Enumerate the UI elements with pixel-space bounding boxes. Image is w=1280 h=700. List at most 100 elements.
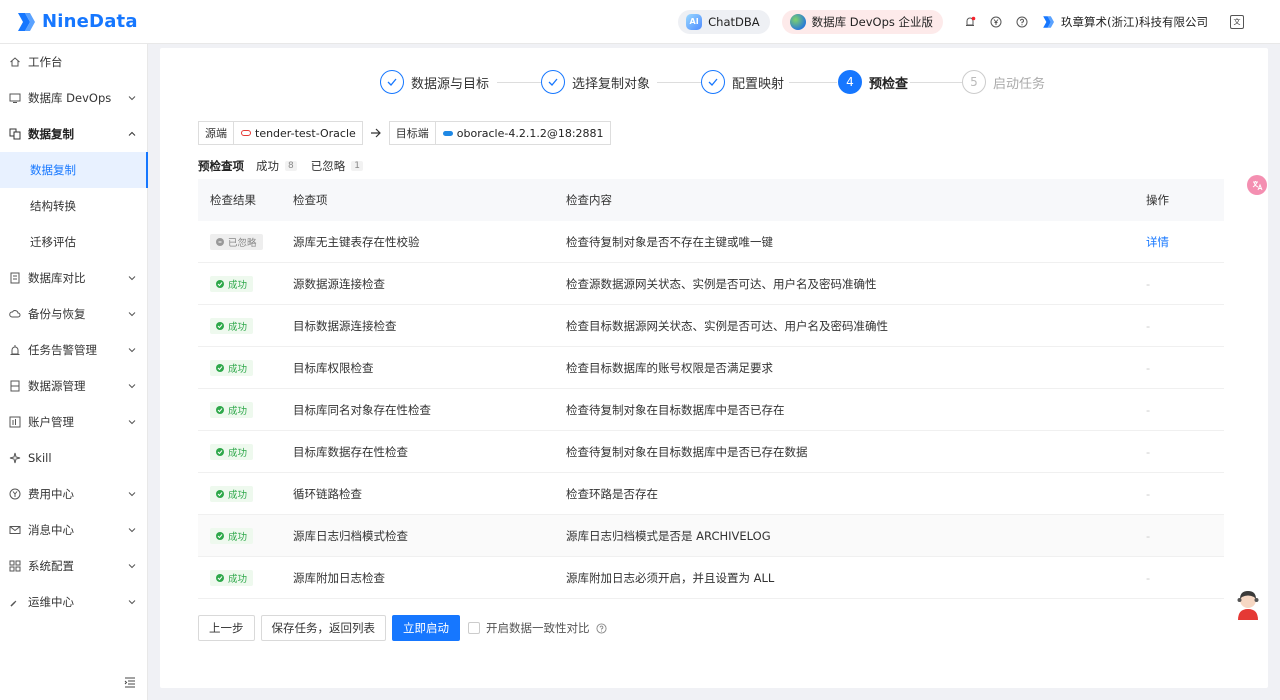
sidebar-item-label: 数据库 DevOps	[28, 91, 112, 105]
consistency-compare-label: 开启数据一致性对比	[486, 621, 590, 635]
sidebar-item-datasource[interactable]: 数据源管理	[0, 368, 148, 404]
step-3[interactable]: 配置映射	[701, 70, 784, 94]
sidebar-item-devops[interactable]: 数据库 DevOps	[0, 80, 148, 116]
status-badge: 成功	[210, 527, 254, 544]
check-item: 源库附加日志检查	[293, 570, 385, 585]
translate-float-icon[interactable]	[1247, 175, 1267, 195]
help-icon[interactable]	[595, 622, 607, 634]
status-text: 成功	[228, 321, 248, 333]
consistency-compare-checkbox[interactable]	[468, 622, 480, 634]
status-badge: 成功	[210, 275, 254, 292]
prev-step-button[interactable]: 上一步	[198, 615, 255, 641]
action-placeholder: -	[1146, 444, 1151, 459]
action-placeholder: -	[1146, 528, 1151, 543]
target-endpoint: 目标端 oboracle-4.2.1.2@18:2881	[388, 121, 611, 145]
success-check-icon	[216, 489, 224, 498]
step-label: 数据源与目标	[411, 76, 490, 92]
globe-icon	[789, 13, 806, 30]
start-now-button[interactable]: 立即启动	[392, 615, 460, 641]
oceanbase-icon	[442, 130, 453, 136]
consistency-compare-toggle[interactable]: 开启数据一致性对比	[468, 620, 607, 636]
sidebar-item-replication[interactable]: 数据复制	[0, 116, 148, 152]
company-switcher[interactable]: 玖章算术(浙江)科技有限公司	[1039, 14, 1208, 30]
check-content: 检查目标数据源网关状态、实例是否可达、用户名及密码准确性	[566, 318, 888, 333]
support-avatar-icon[interactable]	[1233, 588, 1263, 620]
table-row: 成功 源库日志归档模式检查 源库日志归档模式是否是 ARCHIVELOG -	[198, 515, 1224, 557]
status-badge: 成功	[210, 485, 254, 502]
column-header: 检查项	[293, 193, 328, 207]
success-count: 8	[285, 161, 297, 171]
brand-name: NineData	[42, 11, 138, 32]
step-connector	[497, 82, 541, 83]
chevron-down-icon	[128, 312, 136, 317]
sidebar-subitem-schema-conversion[interactable]: 结构转换	[0, 188, 148, 224]
filter-success[interactable]: 成功	[256, 158, 279, 174]
sidebar-item-db-compare[interactable]: 数据库对比	[0, 260, 148, 296]
company-name: 玖章算术(浙江)科技有限公司	[1061, 14, 1208, 29]
devops-edition-button[interactable]: 数据库 DevOps 企业版	[781, 9, 944, 34]
help-icon[interactable]	[1016, 16, 1028, 28]
check-item: 目标库数据存在性检查	[293, 444, 408, 459]
sidebar-item-label: 数据复制	[30, 163, 76, 177]
yen-icon	[9, 488, 21, 500]
sidebar-item-system-config[interactable]: 系统配置	[0, 548, 148, 584]
step-1[interactable]: 数据源与目标	[380, 70, 489, 94]
mail-icon	[9, 524, 21, 536]
save-return-button[interactable]: 保存任务，返回列表	[260, 615, 386, 641]
source-label: 源端	[199, 122, 234, 144]
step-2[interactable]: 选择复制对象	[541, 70, 650, 94]
wrench-icon	[9, 596, 21, 608]
check-item: 目标数据源连接检查	[293, 318, 397, 333]
chevron-down-icon	[128, 492, 136, 497]
sidebar-item-ops-center[interactable]: 运维中心	[0, 584, 148, 620]
ninedata-logo-icon	[12, 11, 36, 33]
collapse-sidebar-icon[interactable]	[124, 676, 136, 688]
step-label: 预检查	[869, 76, 909, 92]
step-number: 4	[838, 70, 862, 94]
sidebar-item-backup[interactable]: 备份与恢复	[0, 296, 148, 332]
step-connector	[910, 82, 962, 83]
filter-ignored[interactable]: 已忽略	[311, 158, 346, 174]
step-number: 5	[962, 70, 986, 94]
company-logo-icon	[1043, 15, 1055, 28]
step-5: 5 启动任务	[962, 70, 1045, 94]
sidebar-item-label: 数据库对比	[28, 271, 86, 285]
status-badge: 成功	[210, 443, 254, 460]
chevron-down-icon	[128, 348, 136, 353]
sidebar-item-task-alerts[interactable]: 任务告警管理	[0, 332, 148, 368]
success-check-icon	[216, 321, 224, 330]
main-panel: 数据源与目标 选择复制对象 配置映射 4 预检查 5 启动任务 源端 tende…	[160, 48, 1268, 688]
footer-actions: 上一步 保存任务，返回列表 立即启动 开启数据一致性对比	[198, 615, 607, 641]
sidebar-item-label: 运维中心	[28, 595, 74, 609]
compare-icon	[9, 272, 21, 284]
sidebar-item-messages[interactable]: 消息中心	[0, 512, 148, 548]
check-content: 检查环路是否存在	[566, 486, 658, 501]
arrow-right-icon	[363, 128, 389, 138]
alert-icon[interactable]	[964, 16, 976, 28]
status-badge: 成功	[210, 401, 254, 418]
action-placeholder: -	[1146, 570, 1151, 585]
table-row: 成功 循环链路检查 检查环路是否存在 -	[198, 473, 1224, 515]
details-link[interactable]: 详情	[1146, 235, 1169, 249]
chatdba-button[interactable]: AI ChatDBA	[678, 9, 770, 34]
account-icon	[9, 416, 21, 428]
replicate-icon	[9, 128, 21, 140]
sidebar-item-label: 系统配置	[28, 559, 74, 573]
sidebar-item-workbench[interactable]: 工作台	[0, 44, 148, 80]
target-label: 目标端	[390, 122, 436, 144]
sidebar-item-skill[interactable]: Skill	[0, 440, 148, 476]
sidebar-item-accounts[interactable]: 账户管理	[0, 404, 148, 440]
check-item: 循环链路检查	[293, 486, 362, 501]
ignored-icon	[216, 237, 224, 246]
success-check-icon	[216, 279, 224, 288]
sidebar-subitem-replication[interactable]: 数据复制	[0, 152, 148, 188]
check-content: 检查待复制对象在目标数据库中是否已存在	[566, 402, 785, 417]
yen-icon[interactable]	[990, 16, 1002, 28]
sidebar-item-billing[interactable]: 费用中心	[0, 476, 148, 512]
step-4[interactable]: 4 预检查	[838, 70, 908, 94]
column-header: 检查结果	[210, 193, 256, 207]
chatdba-label: ChatDBA	[708, 14, 760, 29]
sidebar-subitem-migration-assessment[interactable]: 迁移评估	[0, 224, 148, 260]
language-icon[interactable]: 文	[1230, 14, 1244, 29]
brand-logo[interactable]: NineData	[12, 11, 138, 33]
